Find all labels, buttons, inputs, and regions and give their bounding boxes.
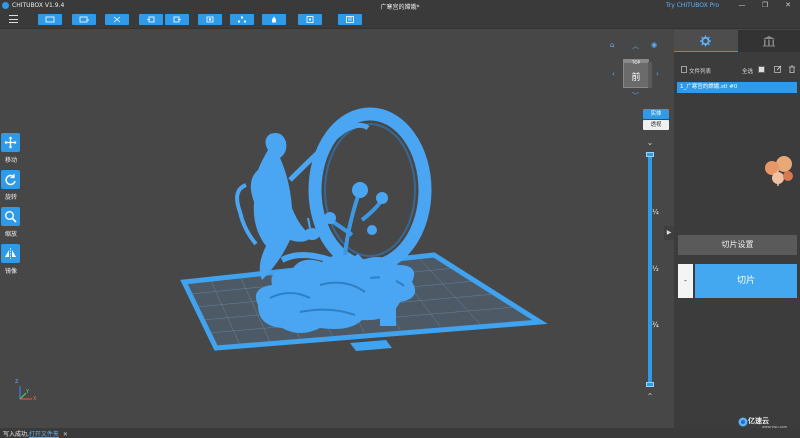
select-all-label[interactable]: 全选 bbox=[742, 67, 753, 75]
minimize-button[interactable]: — bbox=[732, 1, 752, 10]
axis-x-label: X bbox=[33, 396, 37, 402]
printer-building-icon bbox=[763, 36, 775, 47]
solid-view-button[interactable]: 实体 bbox=[643, 109, 669, 119]
rotate-icon bbox=[5, 174, 16, 186]
scale-tool-label: 缩放 bbox=[4, 231, 17, 238]
view-cube-face-label: 前 bbox=[631, 73, 641, 83]
tab-slice-settings[interactable] bbox=[674, 30, 738, 52]
layer-slider-top-handle[interactable] bbox=[646, 152, 654, 157]
eye-icon[interactable]: ◉ bbox=[651, 41, 657, 49]
watermark-logo-icon bbox=[738, 417, 748, 427]
slider-tick-three-quarters: ¾ bbox=[652, 321, 659, 329]
axis-z-label: Z bbox=[15, 379, 19, 385]
hollow-icon[interactable] bbox=[298, 14, 322, 25]
chevron-left-icon[interactable]: ‹ bbox=[612, 70, 615, 78]
gear-icon bbox=[700, 35, 711, 47]
chevron-up-icon[interactable]: ︿ bbox=[632, 41, 639, 51]
file-list-label: 文件列表 bbox=[689, 69, 712, 75]
status-close-icon[interactable]: ✕ bbox=[63, 431, 68, 438]
export-icon[interactable] bbox=[338, 14, 362, 25]
slider-tick-quarter: ¼ bbox=[652, 208, 659, 216]
file-list-item[interactable]: 1_广寒宫的嫦娥.stl #0 bbox=[677, 82, 797, 93]
slice-button[interactable]: 切片 bbox=[695, 264, 797, 298]
support-icon[interactable] bbox=[262, 14, 286, 25]
tab-printer[interactable] bbox=[738, 30, 800, 52]
scale-tool-button[interactable] bbox=[1, 207, 20, 226]
maximize-button[interactable]: ❐ bbox=[755, 1, 775, 10]
close-button[interactable]: ✕ bbox=[778, 1, 798, 10]
slider-tick-half: ½ bbox=[652, 265, 659, 273]
panel-collapse-button[interactable]: ▶ bbox=[664, 226, 674, 240]
scale-icon bbox=[5, 211, 17, 223]
view-cube-top-label: TOP bbox=[631, 60, 640, 65]
hamburger-menu-icon[interactable] bbox=[9, 15, 18, 23]
slice-settings-button[interactable]: 切片设置 bbox=[678, 235, 797, 255]
select-all-checkbox[interactable] bbox=[758, 66, 765, 73]
move-tool-button[interactable] bbox=[1, 133, 20, 152]
model-thumbnail bbox=[765, 156, 793, 186]
title-bar: CHITUBOX V1.9.4 广寒宫的嫦娥* Try CHITUBOX Pro… bbox=[0, 0, 800, 11]
layer-slider-bottom-handle[interactable] bbox=[646, 382, 654, 387]
axis-y-label: Y bbox=[26, 389, 30, 395]
redo-icon[interactable] bbox=[165, 14, 189, 25]
slice-options-button[interactable]: - bbox=[678, 264, 693, 298]
build-scene bbox=[19, 107, 548, 400]
3d-viewport[interactable]: Z X Y bbox=[0, 30, 674, 428]
screenshot-icon[interactable] bbox=[198, 14, 222, 25]
open-project-icon[interactable] bbox=[72, 14, 96, 25]
rotate-tool-label: 旋转 bbox=[4, 194, 17, 201]
trash-icon[interactable] bbox=[788, 65, 796, 73]
move-icon bbox=[4, 136, 17, 149]
model-rabbit bbox=[304, 228, 320, 240]
rotate-tool-button[interactable] bbox=[1, 170, 20, 189]
chevron-down-icon[interactable]: ﹀ bbox=[632, 91, 639, 101]
status-message: 写入成功,打开文件夹 ✕ bbox=[3, 429, 68, 438]
model-base-pillar bbox=[380, 268, 396, 326]
layout-icon[interactable] bbox=[230, 14, 254, 25]
open-folder-link[interactable]: 打开文件夹 bbox=[29, 431, 59, 438]
settings-icon[interactable] bbox=[105, 14, 129, 25]
edit-icon[interactable] bbox=[774, 65, 782, 73]
chevron-right-icon[interactable]: › bbox=[656, 70, 659, 78]
file-list-icon bbox=[681, 66, 687, 73]
build-plate-tab bbox=[350, 340, 392, 351]
model-ring bbox=[308, 107, 432, 273]
move-tool-label: 移动 bbox=[4, 157, 17, 164]
try-pro-link[interactable]: Try CHITUBOX Pro bbox=[666, 2, 719, 9]
mirror-tool-button[interactable] bbox=[1, 244, 20, 263]
status-text: 写入成功, bbox=[3, 431, 29, 438]
toolbar bbox=[0, 11, 800, 29]
mirror-icon bbox=[5, 248, 16, 259]
status-bar: 写入成功,打开文件夹 ✕ bbox=[0, 428, 800, 438]
mirror-tool-label: 镜像 bbox=[4, 268, 17, 275]
open-file-icon[interactable] bbox=[38, 14, 62, 25]
home-view-icon[interactable]: ⌂ bbox=[610, 41, 614, 49]
slider-chevron-up-icon[interactable]: ⌃ bbox=[645, 392, 655, 401]
slider-chevron-down-icon[interactable]: ⌄ bbox=[645, 138, 655, 147]
undo-icon[interactable] bbox=[139, 14, 163, 25]
perspective-view-button[interactable]: 透视 bbox=[643, 120, 669, 130]
